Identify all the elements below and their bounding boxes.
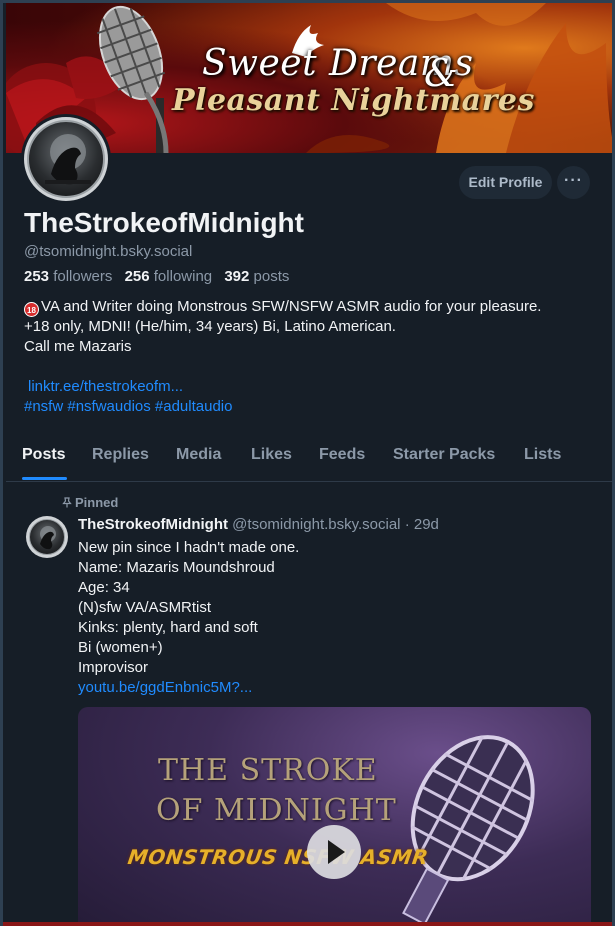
tab-feeds[interactable]: Feeds	[319, 446, 365, 464]
profile-handle: @tsomidnight.bsky.social	[24, 243, 193, 260]
post-author-name[interactable]: TheStrokeofMidnight	[78, 516, 228, 533]
active-tab-indicator	[22, 477, 67, 480]
bio-hashtags[interactable]: #nsfw #nsfwaudios #adultaudio	[24, 398, 232, 415]
posts-label: posts	[253, 268, 290, 285]
post-line: Bi (women+)	[78, 639, 163, 656]
post-link[interactable]: youtu.be/ggdEnbnic5M?...	[78, 679, 252, 696]
video-embed[interactable]: THE STROKE OF MIDNIGHT MONSTROUS NSFW AS…	[78, 707, 591, 926]
post-header: TheStrokeofMidnight @tsomidnight.bsky.so…	[78, 516, 439, 533]
bottom-border	[3, 922, 612, 926]
age-restriction-icon: 18	[24, 302, 39, 317]
crow-avatar-icon	[45, 134, 91, 185]
play-button-icon[interactable]	[307, 825, 361, 879]
following-count: 256	[124, 268, 150, 285]
post-text: New pin since I hadn't made one. Name: M…	[78, 538, 299, 698]
following-link[interactable]: 256 following	[125, 268, 213, 285]
post-timestamp[interactable]: 29d	[414, 516, 439, 533]
bio-link[interactable]: linktr.ee/thestrokeofm...	[28, 378, 183, 395]
profile-tabs: Posts Replies Media Likes Feeds Starter …	[6, 440, 612, 482]
bio-line1: VA and Writer doing Monstrous SFW/NSFW A…	[41, 298, 542, 315]
pinned-indicator: Pinned	[62, 495, 118, 510]
post-line: Kinks: plenty, hard and soft	[78, 619, 258, 636]
followers-count: 253	[24, 268, 50, 285]
edit-profile-button[interactable]: Edit Profile	[459, 166, 552, 199]
post-author-avatar[interactable]	[26, 516, 68, 558]
profile-stats: 253 followers 256 following 392 posts	[24, 268, 297, 285]
post-line: Improvisor	[78, 659, 149, 676]
tab-posts[interactable]: Posts	[22, 446, 66, 464]
banner-title-line2: Pleasant Nightmares	[172, 83, 535, 118]
followers-label: followers	[53, 268, 113, 285]
post-line: Age: 34	[78, 579, 130, 596]
avatar-image	[27, 120, 105, 198]
post-avatar-image	[29, 519, 65, 555]
tab-lists[interactable]: Lists	[524, 446, 561, 464]
bio-line3: Call me Mazaris	[24, 338, 132, 355]
tab-media[interactable]: Media	[176, 446, 221, 464]
posts-count: 392	[224, 268, 250, 285]
post-author-handle[interactable]: @tsomidnight.bsky.social	[232, 516, 400, 533]
post-separator: ·	[400, 516, 414, 533]
crow-avatar-icon	[40, 526, 56, 550]
pinned-label: Pinned	[75, 495, 119, 510]
bio-line2: +18 only, MDNI! (He/him, 34 years) Bi, L…	[24, 318, 396, 335]
ellipsis-icon: ···	[564, 172, 583, 189]
followers-link[interactable]: 253 followers	[24, 268, 112, 285]
following-label: following	[153, 268, 213, 285]
embed-subtitle: MONSTROUS NSFW ASMR	[126, 845, 430, 869]
post-line: Name: Mazaris Moundshroud	[78, 559, 275, 576]
post-line: New pin since I hadn't made one.	[78, 539, 300, 556]
embed-title-line1: THE STROKE	[158, 753, 378, 788]
posts-stat: 392 posts	[224, 268, 289, 285]
bio-spacer	[24, 357, 599, 377]
profile-page: Sweet Dreams & Pleasant Nightmares Edit …	[0, 0, 615, 926]
tab-replies[interactable]: Replies	[92, 446, 149, 464]
profile-bio: 18 VA and Writer doing Monstrous SFW/NSFW…	[24, 297, 599, 417]
pin-icon	[62, 497, 72, 508]
more-options-button[interactable]: ···	[557, 166, 590, 199]
post-line: (N)sfw VA/ASMRtist	[78, 599, 212, 616]
microphone-icon	[402, 735, 535, 926]
tab-starter-packs[interactable]: Starter Packs	[393, 446, 495, 464]
profile-avatar[interactable]	[21, 114, 111, 204]
tab-likes[interactable]: Likes	[251, 446, 292, 464]
display-name: TheStrokeofMidnight	[24, 207, 304, 238]
embed-title-line2: OF MIDNIGHT	[156, 793, 397, 828]
